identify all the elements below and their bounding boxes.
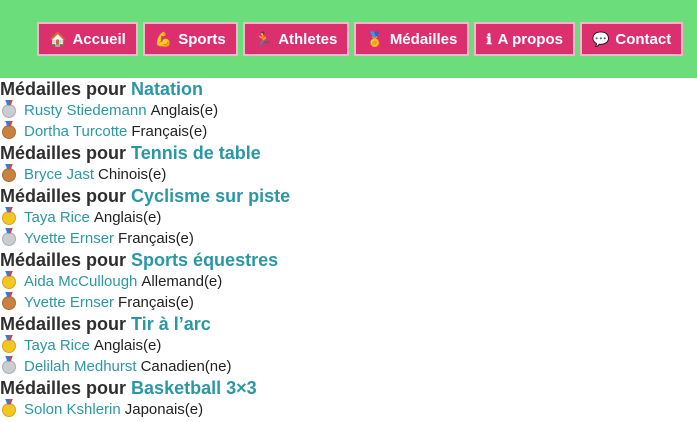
- sport-name-link[interactable]: Tir à l’arc: [131, 314, 211, 334]
- athlete-link[interactable]: Solon Kshlerin: [24, 399, 121, 420]
- medal-row: Taya Rice Anglais(e): [0, 207, 697, 228]
- athlete-link[interactable]: Bryce Jast: [24, 164, 94, 185]
- athlete-nationality: Allemand(e): [141, 273, 223, 290]
- navbar: 🏠 Accueil 💪 Sports 🏃 Athletes 🏅 Médailles ℹ A pro…: [0, 0, 697, 78]
- athlete-nationality: Français(e): [118, 230, 194, 247]
- athlete-nationality: Français(e): [131, 123, 208, 140]
- gold-medal-icon: [2, 274, 16, 289]
- sport-section: Médailles pour Tir à l’arc Taya Rice Angla…: [0, 313, 697, 377]
- athlete-nationality: Anglais(e): [93, 337, 162, 354]
- heading-prefix: Médailles pour: [0, 378, 127, 398]
- bronze-medal-icon: [2, 167, 16, 182]
- sport-name-link[interactable]: Basketball 3×3: [131, 378, 257, 398]
- athlete-link[interactable]: Yvette Ernser: [24, 292, 114, 313]
- silver-medal-icon: [2, 359, 16, 374]
- sport-name-link[interactable]: Natation: [131, 79, 203, 99]
- athlete-link[interactable]: Taya Rice: [24, 335, 90, 356]
- nav-button-label: A propos: [497, 30, 563, 48]
- athlete-nationality: Français(e): [118, 294, 194, 311]
- medal-row: Rusty Stiedemann Anglais(e): [0, 100, 697, 121]
- athlete-nationality: Chinois(e): [98, 166, 167, 183]
- section-heading: Médailles pour Tennis de table: [0, 142, 697, 164]
- heading-prefix: Médailles pour: [0, 143, 127, 163]
- sport-section: Médailles pour Tennis de table Bryce Jast…: [0, 142, 697, 185]
- medal-row: Delilah Medhurst Canadien(ne): [0, 356, 697, 377]
- gold-medal-icon: [2, 402, 16, 417]
- section-heading: Médailles pour Tir à l’arc: [0, 313, 697, 335]
- silver-medal-icon: [2, 103, 16, 118]
- medal-row: Taya Rice Anglais(e): [0, 335, 697, 356]
- sport-section: Médailles pour Sports équestres Aida McCu…: [0, 249, 697, 313]
- nav-menu: 🏠 Accueil 💪 Sports 🏃 Athletes 🏅 Médailles ℹ A pro…: [37, 22, 684, 56]
- athlete-nationality: Canadien(ne): [140, 358, 232, 375]
- medal-row: Aida McCullough Allemand(e): [0, 271, 697, 292]
- heading-prefix: Médailles pour: [0, 79, 127, 99]
- athlete-link[interactable]: Dortha Turcotte: [24, 121, 127, 142]
- sport-name-link[interactable]: Tennis de table: [131, 143, 261, 163]
- sport-name-link[interactable]: Sports équestres: [131, 250, 278, 270]
- athlete-link[interactable]: Delilah Medhurst: [24, 356, 137, 377]
- heading-prefix: Médailles pour: [0, 186, 127, 206]
- medal-icon: 🏅: [366, 30, 384, 47]
- athlete-link[interactable]: Aida McCullough: [24, 271, 137, 292]
- section-heading: Médailles pour Natation: [0, 78, 697, 100]
- sport-section: Médailles pour Natation Rusty Stiedemann A…: [0, 78, 697, 142]
- section-heading: Médailles pour Sports équestres: [0, 249, 697, 271]
- nav-button-m-dailles[interactable]: 🏅 Médailles: [354, 22, 470, 56]
- nav-button-contact[interactable]: 💬 Contact: [579, 22, 684, 56]
- muscle-icon: 💪: [154, 30, 173, 47]
- bronze-medal-icon: [2, 295, 16, 310]
- athlete-nationality: Japonais(e): [124, 401, 204, 418]
- gold-medal-icon: [2, 210, 16, 225]
- athlete-nationality: Anglais(e): [93, 209, 162, 226]
- medal-row: Yvette Ernser Français(e): [0, 292, 697, 313]
- sport-name-link[interactable]: Cyclisme sur piste: [131, 186, 290, 206]
- nav-button-label: Athletes: [278, 30, 338, 48]
- nav-button-label: Sports: [178, 30, 226, 48]
- nav-button-label: Médailles: [389, 30, 458, 48]
- athlete-nationality: Anglais(e): [150, 102, 219, 119]
- nav-button-accueil[interactable]: 🏠 Accueil: [37, 22, 138, 56]
- speech-bubble-icon: 💬: [591, 30, 610, 47]
- section-heading: Médailles pour Basketball 3×3: [0, 377, 697, 399]
- heading-prefix: Médailles pour: [0, 314, 127, 334]
- nav-button-sports[interactable]: 💪 Sports: [142, 22, 238, 56]
- medal-row: Dortha Turcotte Français(e): [0, 121, 697, 142]
- sport-section: Médailles pour Basketball 3×3 Solon Kshle…: [0, 377, 697, 420]
- nav-button-label: Accueil: [72, 30, 126, 48]
- home-icon: 🏠: [49, 30, 67, 47]
- medal-row: Yvette Ernser Français(e): [0, 228, 697, 249]
- section-heading: Médailles pour Cyclisme sur piste: [0, 185, 697, 207]
- runner-icon: 🏃: [254, 30, 273, 47]
- bronze-medal-icon: [2, 124, 16, 139]
- medal-row: Bryce Jast Chinois(e): [0, 164, 697, 185]
- medals-list: Médailles pour Natation Rusty Stiedemann A…: [0, 78, 697, 420]
- silver-medal-icon: [2, 231, 16, 246]
- heading-prefix: Médailles pour: [0, 250, 127, 270]
- medal-row: Solon Kshlerin Japonais(e): [0, 399, 697, 420]
- athlete-link[interactable]: Yvette Ernser: [24, 228, 114, 249]
- nav-button-a-propos[interactable]: ℹ A propos: [474, 22, 575, 56]
- nav-button-athletes[interactable]: 🏃 Athletes: [242, 22, 350, 56]
- sport-section: Médailles pour Cyclisme sur piste Taya Ri…: [0, 185, 697, 249]
- nav-button-label: Contact: [615, 30, 672, 48]
- athlete-link[interactable]: Rusty Stiedemann: [24, 100, 147, 121]
- info-icon: ℹ: [486, 30, 492, 47]
- gold-medal-icon: [2, 338, 16, 353]
- athlete-link[interactable]: Taya Rice: [24, 207, 90, 228]
